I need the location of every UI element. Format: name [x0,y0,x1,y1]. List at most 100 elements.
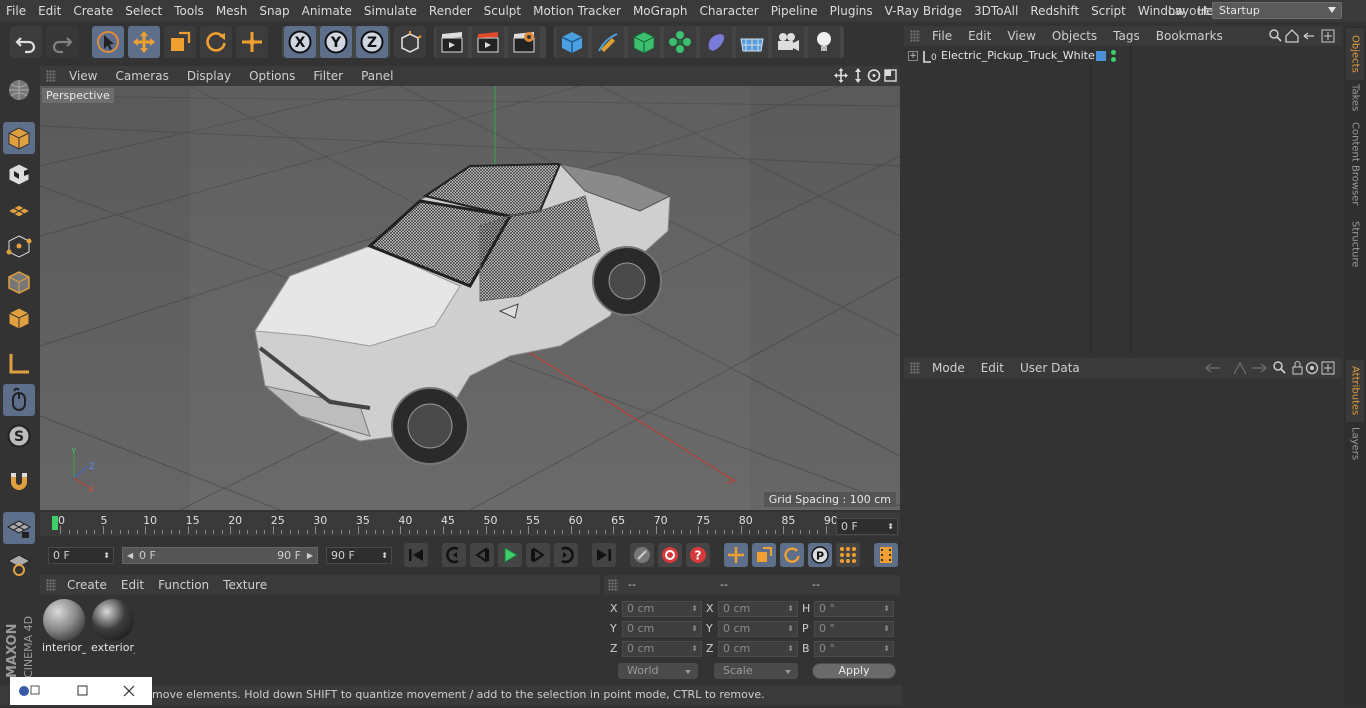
side-tab-content-browser[interactable]: Content Browser [1346,118,1364,210]
panel-grip[interactable] [46,70,56,82]
menu-mesh[interactable]: Mesh [210,0,254,22]
menu-mograph[interactable]: MoGraph [627,0,694,22]
side-tab-takes[interactable]: Takes [1346,82,1364,114]
menu-file[interactable]: File [0,0,32,22]
next-keyframe-button[interactable] [554,543,578,567]
home-icon[interactable] [1285,29,1299,43]
points-mode-button[interactable] [3,230,35,262]
coord-field[interactable]: 0 ° ⬍ [814,621,894,637]
workplane-lock-button[interactable] [3,512,35,544]
make-editable-button[interactable] [3,74,35,106]
light-button[interactable] [808,26,840,58]
new-window-icon[interactable] [1321,361,1335,375]
viewport-menu-view[interactable]: View [60,69,106,83]
menu-select[interactable]: Select [119,0,168,22]
render-visibility-dot-icon[interactable] [1111,57,1116,62]
menu-pipeline[interactable]: Pipeline [765,0,824,22]
menu-sculpt[interactable]: Sculpt [478,0,527,22]
maximize-view-icon[interactable] [884,69,897,82]
current-frame-field[interactable]: 0 F ⬍ [836,518,898,535]
menu-render[interactable]: Render [423,0,478,22]
axis-mode-button[interactable] [3,348,35,380]
material-menu-texture[interactable]: Texture [216,578,274,592]
coord-field[interactable]: 0 cm ⬍ [718,601,798,617]
floor-button[interactable] [736,26,768,58]
model-mode-button[interactable] [3,122,35,154]
material-menu-create[interactable]: Create [60,578,114,592]
zoom-icon[interactable] [855,68,861,83]
app-restore-icon[interactable] [19,685,40,696]
previous-frame-button[interactable] [470,543,494,567]
menu-redshift[interactable]: Redshift [1024,0,1085,22]
stepper-icon[interactable]: ⬍ [883,642,890,656]
x-axis-button[interactable]: X [284,26,316,58]
timeline-ruler[interactable]: 0 5 10 15 20 25 30 35 40 45 50 55 60 65 70 75 80 85 90 0 F… [40,512,900,536]
search-icon[interactable] [1273,361,1286,374]
viewport-menu-cameras[interactable]: Cameras [106,69,177,83]
autokey-button[interactable]: ? [686,543,710,567]
object-menu-tags[interactable]: Tags [1105,29,1148,43]
menu-simulate[interactable]: Simulate [358,0,423,22]
coord-field[interactable]: 0 cm ⬍ [718,621,798,637]
object-row[interactable]: +0 Electric_Pickup_Truck_White [904,48,1342,65]
texture-mode-button[interactable] [3,158,35,190]
range-right-arrow-icon[interactable]: ▶ [307,548,313,563]
menu-3dtoall[interactable]: 3DToAll [968,0,1024,22]
side-tab-structure[interactable]: Structure [1346,216,1364,272]
maximize-icon[interactable] [77,685,88,696]
object-menu-bookmarks[interactable]: Bookmarks [1148,29,1231,43]
deformer-button[interactable] [700,26,732,58]
object-menu-view[interactable]: View [999,29,1043,43]
world-select[interactable]: World [618,663,698,679]
next-frame-button[interactable] [526,543,550,567]
viewport-menu-panel[interactable]: Panel [352,69,402,83]
layout-select[interactable]: Startup [1212,2,1342,19]
close-icon[interactable] [123,685,135,697]
stepper-icon[interactable]: ⬍ [787,602,794,616]
material-menu-edit[interactable]: Edit [114,578,151,592]
up-arrow-icon[interactable] [1233,361,1247,375]
timeline-button[interactable] [874,543,898,567]
start-frame-field[interactable]: 0 F ⬍ [48,547,114,564]
menu-v-ray-bridge[interactable]: V-Ray Bridge [879,0,968,22]
cube-primitive-button[interactable] [556,26,588,58]
viewport-label[interactable]: Perspective [42,88,114,103]
lock-icon[interactable] [1292,361,1303,375]
editor-visibility-dot-icon[interactable] [1111,50,1116,55]
expand-plus-icon[interactable]: + [908,51,918,61]
scale-select[interactable]: Scale [714,663,798,679]
panel-grip[interactable] [608,579,618,591]
side-tab-objects[interactable]: Objects [1346,28,1364,80]
redo-button[interactable] [46,26,78,58]
coord-field[interactable]: 0 cm ⬍ [622,621,702,637]
layer-color-icon[interactable] [1096,51,1106,61]
menu-animate[interactable]: Animate [296,0,358,22]
y-axis-button[interactable]: Y [320,26,352,58]
coordinate-system-button[interactable] [394,26,426,58]
key-position-button[interactable] [724,543,748,567]
material-swatch[interactable]: exterior_ [91,599,135,655]
forward-arrow-icon[interactable] [1252,363,1267,373]
key-rotation-button[interactable] [780,543,804,567]
subdivision-surface-button[interactable] [628,26,660,58]
coord-field[interactable]: 0 ° ⬍ [814,641,894,657]
record-active-button[interactable] [658,543,682,567]
locked-workplane-button[interactable] [3,548,35,580]
perspective-viewport[interactable]: Y Z X Perspective Grid Spacing : 100 cm [40,86,900,510]
rotate-tool-button[interactable] [200,26,232,58]
viewport-menu-filter[interactable]: Filter [304,69,352,83]
new-window-icon[interactable] [1321,29,1335,43]
coord-field[interactable]: 0 cm ⬍ [622,601,702,617]
record-objects-button[interactable] [630,543,654,567]
stepper-icon[interactable]: ⬍ [883,602,890,616]
stepper-icon[interactable]: ⬍ [691,622,698,636]
polygons-mode-button[interactable] [3,302,35,334]
scale-tool-button[interactable] [164,26,196,58]
panel-grip[interactable] [46,579,56,591]
side-tab-layers[interactable]: Layers [1346,426,1364,462]
render-settings-button[interactable] [508,26,540,58]
move-tool-button[interactable] [128,26,160,58]
coord-field[interactable]: 0 cm ⬍ [718,641,798,657]
pen-spline-button[interactable] [592,26,624,58]
key-parameter-button[interactable]: P [808,543,832,567]
